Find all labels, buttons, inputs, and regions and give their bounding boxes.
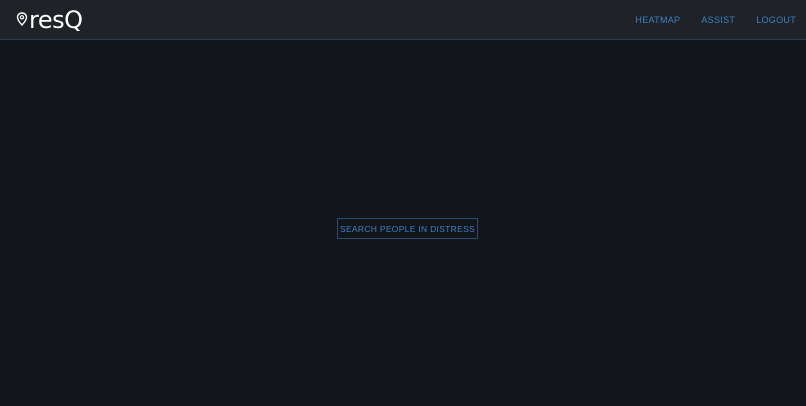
nav-links: HEATMAP ASSIST LOGOUT — [614, 0, 796, 40]
brand-name: resQ — [29, 6, 83, 34]
map-pin-icon — [16, 12, 28, 27]
top-navbar: resQ HEATMAP ASSIST LOGOUT — [0, 0, 806, 40]
brand-logo[interactable]: resQ — [16, 6, 83, 34]
search-people-in-distress-button[interactable]: SEARCH PEOPLE IN DISTRESS — [337, 218, 478, 239]
nav-link-assist[interactable]: ASSIST — [701, 15, 735, 25]
main-content: SEARCH PEOPLE IN DISTRESS — [0, 40, 806, 406]
nav-link-heatmap[interactable]: HEATMAP — [635, 15, 680, 25]
nav-link-logout[interactable]: LOGOUT — [756, 15, 796, 25]
